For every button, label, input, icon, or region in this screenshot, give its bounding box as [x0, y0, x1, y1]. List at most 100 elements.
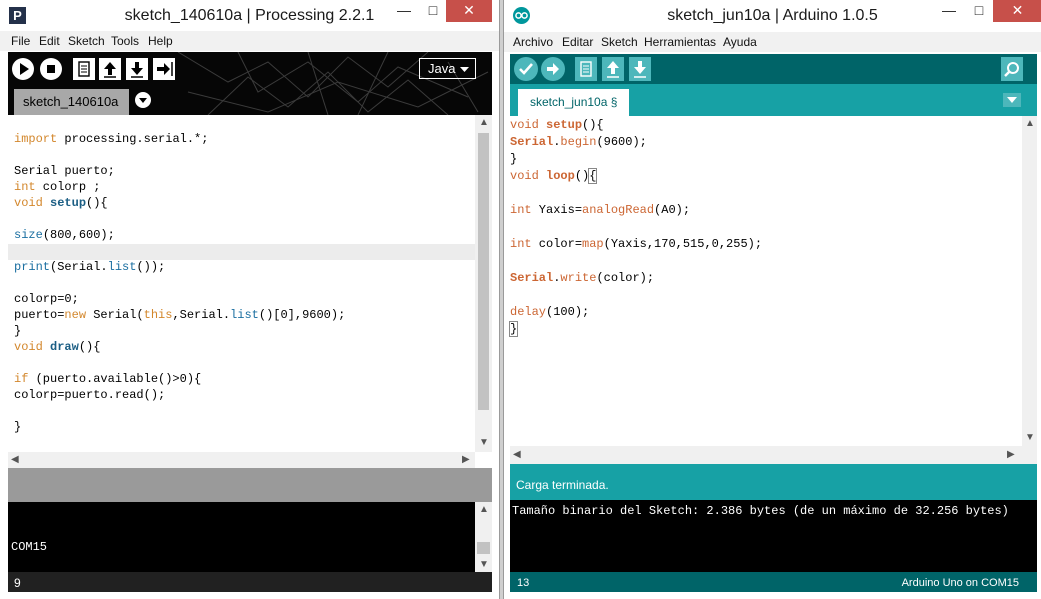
tab-menu-button[interactable] — [1003, 93, 1021, 107]
minimize-button[interactable]: — — [388, 0, 420, 22]
close-button[interactable]: ✕ — [993, 0, 1041, 22]
processing-toolbar: Java sketch_140610a — [8, 52, 492, 115]
menu-edit[interactable]: Edit — [39, 34, 60, 48]
code-line: delay(100); — [510, 305, 590, 319]
menu-sketch[interactable]: Sketch — [601, 35, 638, 49]
arduino-tabbar: sketch_jun10a § — [510, 84, 1037, 116]
stop-icon — [47, 65, 55, 73]
sketch-tab[interactable]: sketch_140610a — [14, 89, 129, 115]
upload-status-bar: Carga terminada. — [510, 464, 1037, 500]
processing-window: P sketch_140610a | Processing 2.2.1 — □ … — [0, 0, 500, 599]
editor-horizontal-scrollbar[interactable]: ◀ ▶ — [510, 446, 1037, 464]
processing-code-editor[interactable]: import processing.serial.*; Serial puert… — [8, 115, 475, 452]
upload-button[interactable] — [541, 57, 565, 81]
scroll-right-icon[interactable]: ▶ — [1007, 449, 1015, 460]
editor-vertical-scrollbar[interactable]: ▲ ▼ — [1022, 116, 1037, 446]
new-button[interactable] — [575, 57, 597, 81]
code-line: puerto=new Serial(this,Serial.list()[0],… — [14, 308, 346, 322]
board-port-label: Arduino Uno on COM15 — [901, 577, 1019, 589]
scroll-down-icon[interactable]: ▼ — [479, 437, 489, 448]
minimize-button[interactable]: — — [933, 0, 965, 22]
code-line: void draw(){ — [14, 340, 101, 354]
console-output: COM15 — [11, 540, 48, 554]
chevron-down-icon — [139, 98, 147, 103]
line-number: 13 — [517, 577, 530, 589]
line-number: 9 — [14, 576, 21, 590]
processing-message-area — [8, 468, 492, 502]
save-button[interactable] — [629, 57, 651, 81]
menu-sketch[interactable]: Sketch — [68, 34, 105, 48]
code-line: Serial.write(color); — [510, 271, 655, 285]
verify-button[interactable] — [514, 57, 538, 81]
code-line: } — [14, 420, 22, 434]
current-line-highlight — [8, 244, 475, 260]
new-button[interactable] — [73, 58, 95, 80]
menu-editar[interactable]: Editar — [562, 35, 593, 49]
console-vertical-scrollbar[interactable]: ▲ ▼ — [475, 502, 492, 572]
mode-selector[interactable]: Java — [419, 58, 476, 79]
scroll-down-icon[interactable]: ▼ — [479, 559, 489, 570]
arduino-menubar: Archivo Editar Sketch Herramientas Ayuda — [504, 32, 1041, 52]
arduino-footer-bar: 13 Arduino Uno on COM15 — [510, 572, 1037, 592]
scroll-up-icon[interactable]: ▲ — [479, 117, 489, 128]
console-output: Tamaño binario del Sketch: 2.386 bytes (… — [512, 504, 1009, 518]
maximize-button[interactable]: □ — [420, 0, 446, 22]
menu-help[interactable]: Help — [148, 34, 173, 48]
save-button[interactable] — [126, 58, 148, 80]
menu-ayuda[interactable]: Ayuda — [723, 35, 757, 49]
code-line: int color=map(Yaxis,170,515,0,255); — [510, 237, 763, 251]
maximize-button[interactable]: □ — [965, 0, 993, 22]
new-file-icon — [78, 61, 90, 77]
code-line: Serial.begin(9600); — [510, 135, 647, 149]
code-line: colorp=0; — [14, 292, 79, 306]
menu-file[interactable]: File — [11, 34, 30, 48]
arduino-console: Tamaño binario del Sketch: 2.386 bytes (… — [510, 500, 1037, 572]
arrow-right-icon — [547, 63, 559, 75]
chevron-down-icon — [1007, 97, 1017, 103]
menu-tools[interactable]: Tools — [111, 34, 139, 48]
editor-horizontal-scrollbar[interactable]: ◀ ▶ — [8, 452, 475, 468]
arduino-titlebar: sketch_jun10a | Arduino 1.0.5 — □ ✕ — [504, 0, 1041, 32]
run-button[interactable] — [12, 58, 34, 80]
open-button[interactable] — [99, 58, 121, 80]
scrollbar-thumb[interactable] — [477, 542, 490, 554]
serial-monitor-button[interactable] — [1001, 57, 1023, 81]
code-line: void loop(){ — [510, 168, 598, 184]
code-line: int Yaxis=analogRead(A0); — [510, 203, 691, 217]
stop-button[interactable] — [40, 58, 62, 80]
open-button[interactable] — [602, 57, 624, 81]
sketch-tab[interactable]: sketch_jun10a § — [518, 89, 629, 116]
close-button[interactable]: ✕ — [446, 0, 492, 22]
scroll-up-icon[interactable]: ▲ — [479, 504, 489, 515]
code-line: int colorp ; — [14, 180, 101, 194]
code-line: Serial puerto; — [14, 164, 115, 178]
scroll-up-icon[interactable]: ▲ — [1025, 118, 1035, 129]
menu-herramientas[interactable]: Herramientas — [644, 35, 716, 49]
status-message: Carga terminada. — [516, 478, 609, 492]
scrollbar-thumb[interactable] — [478, 133, 489, 410]
arduino-toolbar — [510, 54, 1037, 84]
tab-menu-button[interactable] — [135, 92, 151, 108]
magnifier-icon — [1004, 62, 1019, 77]
arrow-down-icon — [634, 61, 646, 78]
export-button[interactable] — [153, 58, 175, 80]
code-line: import processing.serial.*; — [14, 132, 209, 146]
scroll-down-icon[interactable]: ▼ — [1025, 432, 1035, 443]
code-line: size(800,600); — [14, 228, 115, 242]
arrow-up-icon — [607, 61, 619, 78]
code-line: colorp=puerto.read(); — [14, 388, 166, 402]
editor-vertical-scrollbar[interactable]: ▲ ▼ — [475, 115, 492, 452]
arrow-up-icon — [104, 62, 116, 78]
line-number-bar: 9 — [8, 572, 492, 592]
scroll-right-icon[interactable]: ▶ — [462, 454, 470, 465]
scroll-left-icon[interactable]: ◀ — [11, 454, 19, 465]
scroll-left-icon[interactable]: ◀ — [513, 449, 521, 460]
processing-console: COM15 — [8, 502, 475, 572]
menu-archivo[interactable]: Archivo — [513, 35, 553, 49]
code-line: print(Serial.list()); — [14, 260, 166, 274]
code-line: void setup(){ — [14, 196, 108, 210]
code-line: } — [508, 321, 519, 337]
arduino-code-editor[interactable]: void setup(){ Serial.begin(9600); } void… — [508, 116, 1022, 446]
export-arrow-icon — [157, 62, 173, 76]
arduino-window: sketch_jun10a | Arduino 1.0.5 — □ ✕ Arch… — [503, 0, 1041, 599]
